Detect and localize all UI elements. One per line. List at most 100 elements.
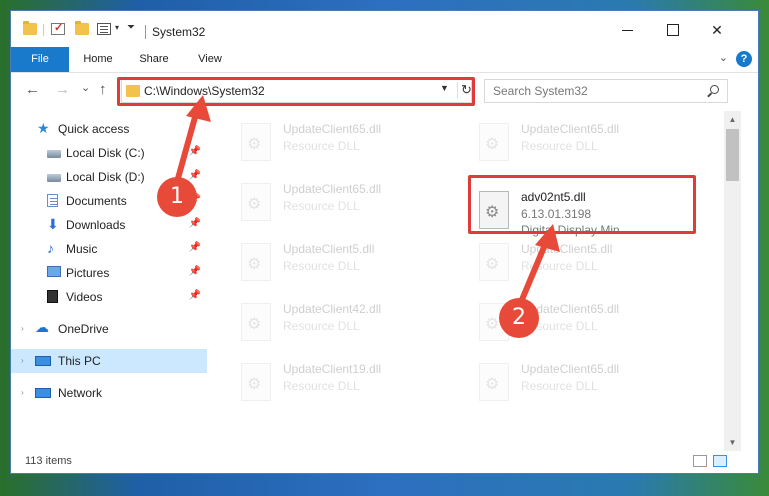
file-type: Resource DLL (283, 319, 360, 333)
properties-icon[interactable] (97, 23, 111, 35)
divider (145, 25, 146, 39)
tab-home[interactable]: Home (73, 47, 123, 72)
star-icon: ★ (37, 120, 50, 136)
sidebar-item-label: Music (66, 242, 98, 256)
tab-view[interactable]: View (185, 47, 235, 72)
window-title: System32 (152, 25, 206, 39)
pin-icon: 📌 (188, 146, 201, 157)
tab-file[interactable]: File (11, 47, 69, 72)
dll-file-icon (241, 303, 271, 341)
sidebar-item-label: Documents (66, 194, 127, 208)
forward-button[interactable]: → (55, 81, 70, 98)
sidebar-item-onedrive[interactable]: › ☁ OneDrive (11, 317, 207, 341)
file-item[interactable]: UpdateClient65.dll Resource DLL (233, 179, 463, 229)
file-item[interactable]: UpdateClient65.dll Resource DLL (471, 119, 701, 169)
music-icon: ♪ (47, 240, 54, 256)
file-item[interactable]: UpdateClient19.dll Resource DLL (233, 359, 463, 409)
status-bar: 113 items (11, 451, 758, 473)
file-item[interactable]: UpdateClient5.dll Resource DLL (233, 239, 463, 289)
documents-icon (47, 194, 58, 207)
new-folder-icon[interactable] (75, 21, 89, 35)
address-bar-highlight (117, 77, 475, 106)
file-type: Resource DLL (283, 259, 360, 273)
chevron-down-icon[interactable]: ▾ (115, 23, 119, 32)
folder-icon[interactable] (23, 21, 37, 35)
sidebar-item-videos[interactable]: Videos 📌 (11, 285, 207, 309)
up-button[interactable]: ↑ (99, 81, 107, 98)
help-icon[interactable]: ? (736, 51, 752, 67)
divider (43, 24, 44, 36)
close-button[interactable]: ✕ (706, 21, 728, 39)
chevron-right-icon[interactable]: › (21, 324, 24, 333)
sidebar-item-label: Videos (66, 290, 103, 304)
pin-icon: 📌 (188, 218, 201, 229)
sidebar-item-music[interactable]: ♪ Music 📌 (11, 237, 207, 261)
file-highlight (468, 175, 696, 234)
file-type: Resource DLL (283, 139, 360, 153)
dll-file-icon (241, 183, 271, 221)
scroll-down-button[interactable]: ▼ (724, 434, 741, 451)
chevron-right-icon[interactable]: › (21, 356, 24, 365)
scroll-up-button[interactable]: ▲ (724, 111, 741, 128)
file-item[interactable]: UpdateClient5.dll Resource DLL (471, 239, 701, 289)
dll-file-icon (479, 363, 509, 401)
title-bar: ▾ ⏷ System32 ✕ (11, 11, 758, 47)
file-name: UpdateClient65.dll (283, 182, 382, 196)
dll-file-icon (479, 123, 509, 161)
pictures-icon (47, 266, 61, 277)
pin-icon: 📌 (188, 170, 201, 181)
drive-icon (47, 174, 61, 182)
file-name: UpdateClient19.dll (283, 362, 382, 376)
file-type: Resource DLL (521, 379, 598, 393)
vertical-scrollbar[interactable]: ▲ ▼ (724, 111, 741, 451)
downloads-icon: ⬇ (47, 216, 59, 232)
expand-ribbon-icon[interactable]: ⌄ (719, 51, 728, 64)
pin-icon: 📌 (188, 242, 201, 253)
dll-file-icon (241, 243, 271, 281)
search-placeholder: Search System32 (493, 84, 588, 98)
tab-share[interactable]: Share (129, 47, 179, 72)
customize-toolbar-icon[interactable]: ⏷ (127, 22, 135, 33)
back-button[interactable]: ← (25, 81, 40, 98)
file-type: Resource DLL (283, 379, 360, 393)
dll-file-icon (241, 363, 271, 401)
ribbon-tabs: File Home Share View ⌄ ? (11, 47, 758, 73)
sidebar-item-label: Quick access (58, 122, 130, 136)
sidebar-item-network[interactable]: › Network (11, 381, 207, 405)
file-type: Resource DLL (521, 139, 598, 153)
details-view-button[interactable] (693, 455, 707, 467)
sidebar-item-this-pc[interactable]: › This PC (11, 349, 207, 373)
large-icons-view-button[interactable] (713, 455, 727, 467)
file-name: UpdateClient65.dll (283, 122, 382, 136)
sidebar-item-quick-access[interactable]: ★ Quick access (11, 117, 207, 141)
network-icon (35, 388, 51, 398)
file-type: Resource DLL (521, 259, 598, 273)
pin-icon: 📌 (188, 290, 201, 301)
file-name: UpdateClient5.dll (283, 242, 375, 256)
drive-icon (47, 150, 61, 158)
sidebar-item-label: Local Disk (D:) (66, 170, 145, 184)
sidebar-item-local-disk-c[interactable]: Local Disk (C:) 📌 (11, 141, 207, 165)
search-input[interactable]: Search System32 (484, 79, 728, 103)
chevron-right-icon[interactable]: › (21, 388, 24, 397)
videos-icon (47, 290, 58, 303)
sidebar-item-label: Network (58, 386, 103, 400)
sidebar-item-label: This PC (58, 354, 101, 368)
recent-locations-button[interactable]: ⌄ (81, 81, 90, 94)
step-badge-2: 2 (499, 298, 539, 338)
file-name: UpdateClient65.dll (521, 122, 620, 136)
sidebar-item-pictures[interactable]: Pictures 📌 (11, 261, 207, 285)
file-name: UpdateClient42.dll (283, 302, 382, 316)
sidebar-item-label: Downloads (66, 218, 126, 232)
file-name: UpdateClient65.dll (521, 362, 620, 376)
sidebar-item-label: OneDrive (58, 322, 109, 336)
file-item[interactable]: UpdateClient65.dll Resource DLL (471, 359, 701, 409)
file-item[interactable]: UpdateClient65.dll Resource DLL (233, 119, 463, 169)
minimize-button[interactable] (616, 21, 638, 39)
scrollbar-thumb[interactable] (726, 129, 739, 181)
properties-check-icon[interactable] (51, 21, 65, 35)
file-item[interactable]: UpdateClient42.dll Resource DLL (233, 299, 463, 349)
search-icon[interactable] (710, 85, 719, 94)
sidebar-item-label: Pictures (66, 266, 110, 280)
maximize-button[interactable] (661, 21, 683, 39)
